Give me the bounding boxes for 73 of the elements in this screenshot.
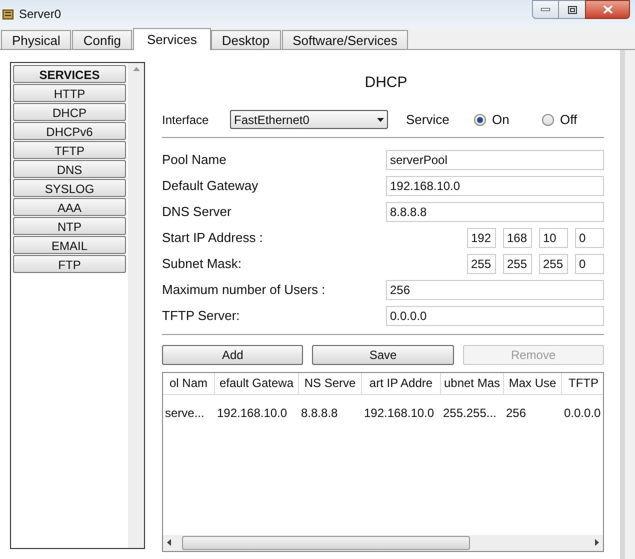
service-item[interactable]: FTP (13, 255, 126, 273)
ip-octet-field[interactable]: 0 (575, 254, 604, 274)
service-item[interactable]: EMAIL (13, 236, 126, 254)
service-item[interactable]: SYSLOG (13, 179, 126, 197)
field-label: TFTP Server: (162, 306, 241, 325)
services-header[interactable]: SERVICES (13, 65, 126, 83)
text-field[interactable]: 192.168.10.0 (386, 176, 604, 196)
ip-octet-field[interactable]: 0 (575, 228, 604, 248)
tab[interactable]: Services (133, 28, 211, 50)
minimize-button[interactable] (532, 0, 559, 19)
text-field[interactable]: 0.0.0.0 (386, 306, 604, 326)
table-cell-text: 256 (505, 404, 528, 422)
field-label: DNS Server (162, 202, 232, 221)
service-item[interactable]: DHCP (13, 103, 126, 121)
table-cell-text: serve... (164, 404, 206, 422)
ip-octet-field[interactable]: 10 (539, 228, 568, 248)
server-icon (1, 7, 15, 21)
field-label: Start IP Address : (162, 228, 264, 247)
column-header[interactable]: ol Nam (163, 372, 215, 394)
field-label: Default Gateway (162, 176, 260, 195)
interface-label: Interface (162, 112, 210, 128)
field-label: Subnet Mask: (162, 254, 242, 273)
ip-octet-field[interactable]: 168 (503, 228, 532, 248)
ip-octet-field[interactable]: 255 (503, 254, 532, 274)
tab[interactable]: Software/Services (282, 30, 408, 49)
action-button[interactable]: Save (312, 344, 454, 364)
field-label: Pool Name (162, 150, 228, 169)
text-field[interactable]: serverPool (386, 150, 604, 170)
scroll-left-icon (167, 539, 171, 546)
column-header[interactable]: TFTP (562, 372, 603, 394)
tab[interactable]: Desktop (210, 30, 281, 49)
action-button[interactable]: Add (162, 344, 304, 364)
minimize-icon (541, 8, 550, 11)
table-cell-text: 8.8.8.8 (300, 404, 339, 422)
service-item[interactable]: DHCPv6 (13, 122, 126, 140)
service-item[interactable]: TFTP (13, 141, 126, 159)
maximize-icon (568, 6, 576, 14)
vertical-scrollbar[interactable] (128, 63, 144, 548)
service-item[interactable]: AAA (13, 198, 126, 216)
dropdown-caret-icon (377, 118, 384, 122)
table-cell-text: 192.168.10.0 (216, 404, 288, 422)
field-label: Maximum number of Users : (162, 280, 326, 299)
maximize-button[interactable] (559, 0, 585, 19)
service-radio[interactable]: On (474, 110, 542, 130)
table-cell-text: 0.0.0.0 (563, 404, 602, 422)
service-item[interactable]: HTTP (13, 84, 126, 102)
service-label: Service (406, 110, 450, 129)
column-header[interactable]: ubnet Mas (441, 372, 504, 394)
column-header[interactable]: efault Gatewa (215, 372, 299, 394)
ip-octet-field[interactable]: 255 (467, 254, 496, 274)
service-item[interactable]: NTP (13, 217, 126, 235)
text-field[interactable]: 8.8.8.8 (386, 202, 604, 222)
table-cell-text: 255.255... (442, 404, 498, 422)
service-item[interactable]: DNS (13, 160, 126, 178)
service-radio[interactable]: Off (542, 110, 610, 130)
column-header[interactable]: Max Use (504, 372, 562, 394)
horizontal-scrollbar[interactable] (163, 534, 603, 550)
column-header[interactable]: NS Serve (299, 372, 362, 394)
column-header[interactable]: art IP Addre (362, 372, 441, 394)
panel-title: DHCP (364, 73, 408, 93)
ip-octet-field[interactable]: 255 (539, 254, 568, 274)
scrollbar-thumb[interactable] (182, 536, 470, 550)
scroll-up-icon (132, 67, 140, 71)
window-title: Server0 (19, 6, 62, 23)
tab[interactable]: Config (72, 30, 132, 49)
interface-dropdown[interactable]: FastEthernet0 (230, 110, 388, 129)
scroll-right-icon (595, 539, 599, 546)
close-icon (602, 5, 612, 14)
ip-octet-field[interactable]: 192 (467, 228, 496, 248)
table-cell-text: 192.168.10.0 (363, 404, 436, 422)
text-field[interactable]: 256 (386, 280, 604, 300)
close-button[interactable] (585, 0, 630, 19)
tab[interactable]: Physical (1, 30, 72, 49)
